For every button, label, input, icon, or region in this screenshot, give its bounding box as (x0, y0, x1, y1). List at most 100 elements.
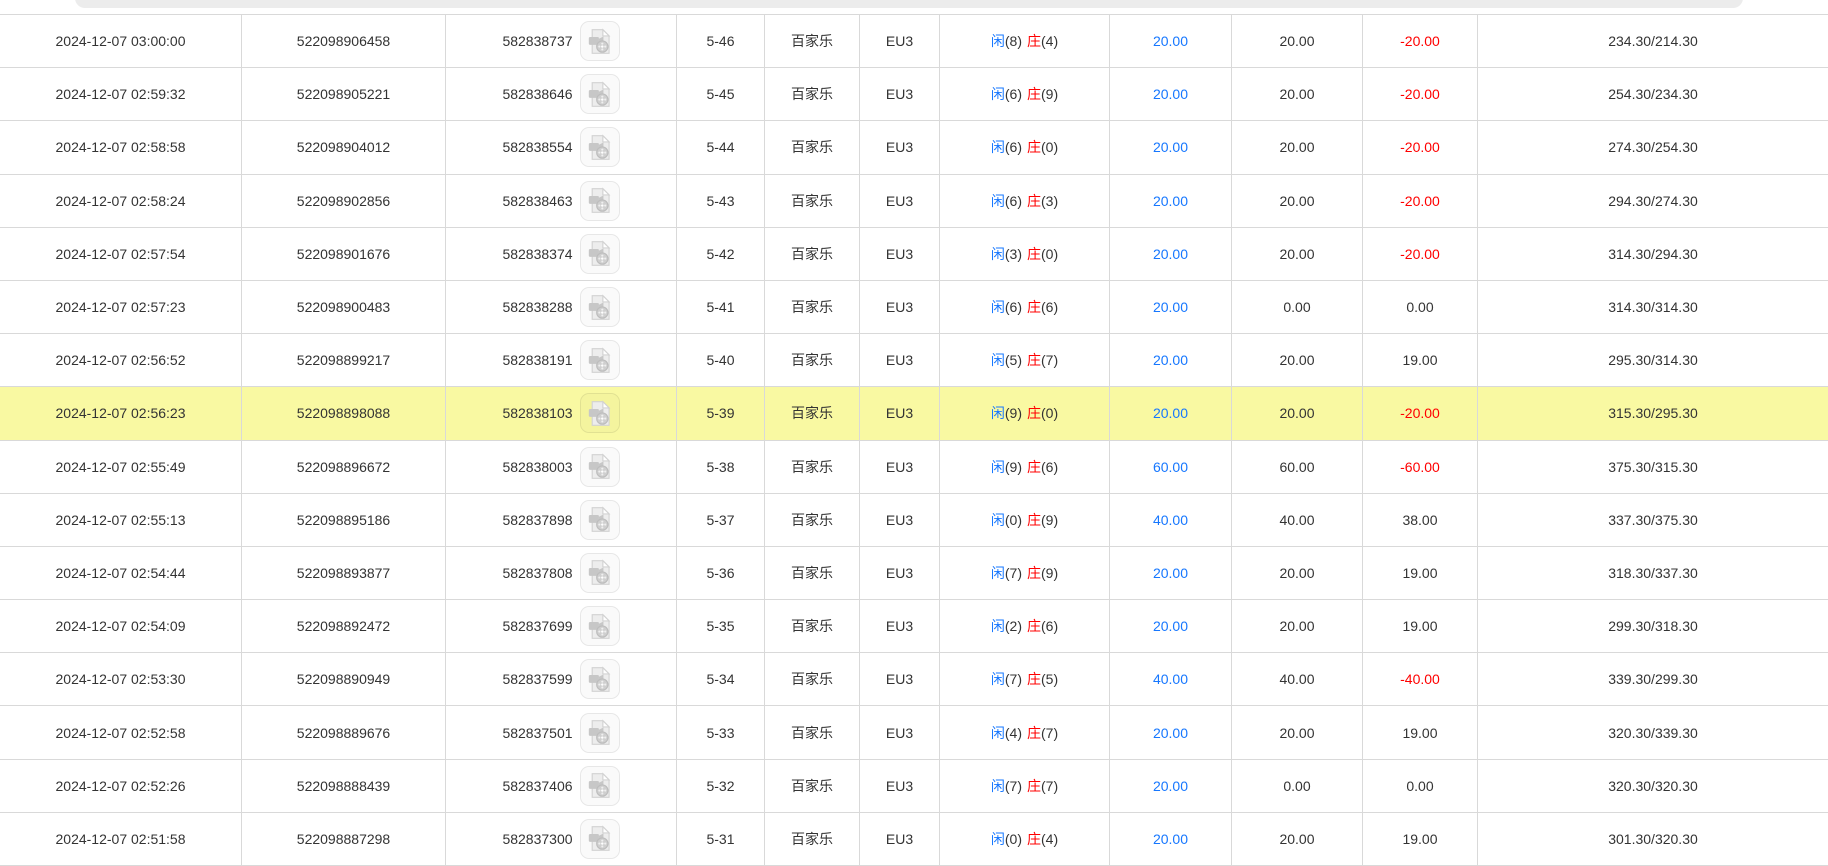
table-row[interactable]: 2024-12-07 02:57:54 522098901676 5828383… (0, 227, 1828, 281)
valid-bet-amount: 20.00 (1110, 706, 1232, 759)
video-file-icon (588, 134, 611, 160)
order-id: 522098895186 (242, 493, 446, 546)
table-row[interactable]: 2024-12-07 02:53:30 522098890949 5828375… (0, 653, 1828, 707)
win-loss-amount: -20.00 (1363, 121, 1478, 174)
game-result: 闲 (0) 庄 (4) (940, 812, 1110, 865)
video-file-icon (588, 612, 611, 639)
player-score: (7) (1004, 671, 1022, 688)
video-replay-button[interactable] (579, 74, 620, 115)
video-replay-button[interactable] (579, 180, 620, 221)
game-id-cell: 582837300 (446, 812, 677, 865)
player-score: (9) (1004, 458, 1022, 475)
table-row[interactable]: 2024-12-07 02:56:23 522098898088 5828381… (0, 387, 1828, 441)
table-row[interactable]: 2024-12-07 02:57:23 522098900483 5828382… (0, 280, 1828, 335)
game-id: 582837406 (502, 777, 573, 794)
game-name: 百家乐 (765, 493, 860, 546)
video-replay-button[interactable] (579, 606, 620, 647)
game-id-cell: 582837699 (446, 600, 677, 653)
player-score: (3) (1004, 245, 1022, 262)
table-row[interactable]: 2024-12-07 02:55:13 522098895186 5828378… (0, 493, 1828, 547)
video-replay-button[interactable] (579, 393, 620, 434)
game-name: 百家乐 (765, 440, 860, 493)
video-file-icon (588, 347, 611, 373)
game-name: 百家乐 (765, 121, 860, 174)
video-file-icon (588, 506, 611, 533)
valid-bet-amount: 20.00 (1110, 546, 1232, 600)
video-replay-button[interactable] (579, 552, 620, 593)
video-replay-button[interactable] (579, 233, 620, 274)
video-replay-button[interactable] (579, 818, 620, 859)
table-row[interactable]: 2024-12-07 02:56:52 522098899217 5828381… (0, 334, 1828, 388)
order-id: 522098901676 (242, 227, 446, 280)
table-row[interactable]: 2024-12-07 02:55:49 522098896672 5828380… (0, 440, 1828, 494)
banker-label: 庄 (1027, 299, 1041, 316)
game-id-cell: 582838737 (446, 15, 677, 68)
bet-records-table: 2024-12-07 03:00:00 522098906458 5828387… (0, 14, 1828, 866)
bet-amount: 40.00 (1232, 653, 1363, 706)
video-replay-button[interactable] (579, 765, 620, 806)
game-result: 闲 (9) 庄 (0) (940, 387, 1110, 440)
table-name: EU3 (860, 227, 940, 280)
banker-label: 庄 (1027, 511, 1041, 528)
bet-amount: 20.00 (1232, 387, 1363, 440)
banker-score: (6) (1041, 299, 1059, 316)
table-row[interactable]: 2024-12-07 02:52:26 522098888439 5828374… (0, 759, 1828, 813)
table-row[interactable]: 2024-12-07 03:00:00 522098906458 5828387… (0, 15, 1828, 69)
banker-score: (4) (1041, 830, 1059, 847)
video-replay-button[interactable] (579, 287, 620, 328)
round-number: 5-39 (677, 387, 765, 440)
table-row[interactable]: 2024-12-07 02:54:09 522098892472 5828376… (0, 600, 1828, 654)
game-result: 闲 (6) 庄 (3) (940, 174, 1110, 227)
table-name: EU3 (860, 546, 940, 600)
game-result: 闲 (7) 庄 (9) (940, 546, 1110, 600)
video-replay-button[interactable] (579, 127, 620, 168)
game-id: 582838374 (502, 245, 573, 262)
win-loss-amount: -20.00 (1363, 227, 1478, 280)
panel-top-edge (75, 0, 1743, 8)
table-row[interactable]: 2024-12-07 02:52:58 522098889676 5828375… (0, 706, 1828, 760)
balance: 314.30/294.30 (1608, 245, 1698, 262)
player-label: 闲 (990, 33, 1005, 50)
table-name: EU3 (860, 280, 940, 334)
bet-amount: 20.00 (1232, 546, 1363, 600)
game-id: 582838646 (502, 86, 573, 103)
video-replay-button[interactable] (579, 446, 620, 487)
player-label: 闲 (990, 192, 1005, 209)
video-replay-button[interactable] (579, 712, 620, 753)
table-name: EU3 (860, 68, 940, 121)
win-loss-amount: -20.00 (1363, 387, 1478, 440)
video-replay-button[interactable] (579, 340, 620, 381)
order-id: 522098892472 (242, 600, 446, 653)
game-id: 582837699 (502, 618, 573, 635)
table-row[interactable]: 2024-12-07 02:51:58 522098887298 5828373… (0, 812, 1828, 866)
table-row[interactable]: 2024-12-07 02:58:58 522098904012 5828385… (0, 121, 1828, 175)
valid-bet-amount: 20.00 (1110, 68, 1232, 121)
player-label: 闲 (990, 618, 1005, 635)
bet-time: 2024-12-07 02:52:58 (0, 706, 242, 759)
banker-score: (0) (1041, 405, 1059, 422)
game-result: 闲 (2) 庄 (6) (940, 600, 1110, 653)
round-number: 5-46 (677, 15, 765, 68)
video-replay-button[interactable] (579, 499, 620, 540)
video-file-icon (588, 187, 611, 214)
table-name: EU3 (860, 387, 940, 440)
table-row[interactable]: 2024-12-07 02:54:44 522098893877 5828378… (0, 546, 1828, 601)
banker-score: (4) (1041, 33, 1059, 50)
player-label: 闲 (990, 352, 1005, 369)
video-replay-button[interactable] (579, 21, 620, 62)
game-id: 582838737 (502, 33, 573, 50)
valid-bet-amount: 20.00 (1110, 812, 1232, 865)
table-name: EU3 (860, 600, 940, 653)
round-number: 5-36 (677, 546, 765, 600)
table-row[interactable]: 2024-12-07 02:59:32 522098905221 5828386… (0, 68, 1828, 122)
game-result: 闲 (0) 庄 (9) (940, 493, 1110, 546)
win-loss-amount: 0.00 (1363, 759, 1478, 812)
video-replay-button[interactable] (579, 659, 620, 700)
video-file-icon (588, 772, 611, 799)
win-loss-amount: 19.00 (1363, 600, 1478, 653)
game-name: 百家乐 (765, 546, 860, 600)
table-name: EU3 (860, 334, 940, 387)
game-id: 582838554 (502, 139, 573, 156)
table-row[interactable]: 2024-12-07 02:58:24 522098902856 5828384… (0, 174, 1828, 228)
player-label: 闲 (990, 458, 1005, 475)
